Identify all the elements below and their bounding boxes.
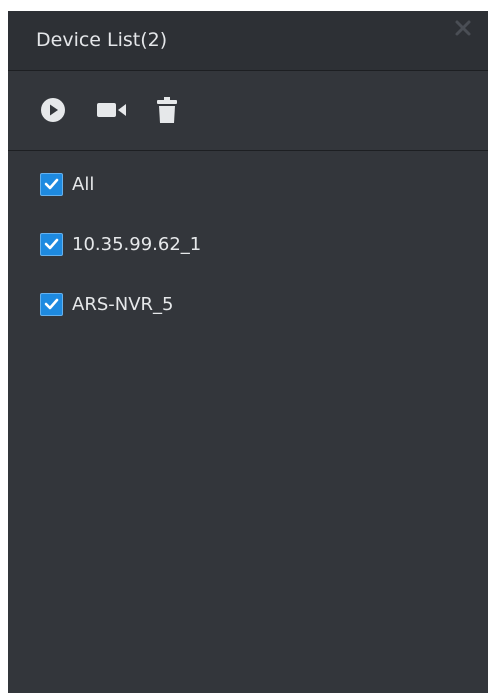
record-button[interactable] — [92, 93, 132, 127]
list-item-label: ARS-NVR_5 — [72, 293, 174, 315]
delete-button[interactable] — [152, 93, 182, 127]
device-list-panel: Device List(2) All 10.35.99.62_1 ARS-NVR… — [8, 11, 488, 693]
checkmark-icon — [44, 238, 59, 250]
play-button[interactable] — [36, 93, 70, 127]
list-item-all[interactable]: All — [40, 169, 94, 199]
toolbar — [8, 71, 488, 151]
play-icon — [41, 98, 65, 122]
video-camera-icon — [97, 103, 126, 117]
title-bar: Device List(2) — [8, 11, 488, 71]
checkbox-all[interactable] — [40, 172, 63, 196]
panel-title: Device List(2) — [36, 29, 168, 51]
list-item-label: All — [72, 173, 95, 195]
checkmark-icon — [44, 298, 59, 310]
checkbox-device[interactable] — [40, 292, 63, 316]
list-item-device[interactable]: 10.35.99.62_1 — [40, 229, 201, 259]
list-item-label: 10.35.99.62_1 — [72, 233, 202, 255]
trash-icon — [157, 97, 177, 123]
close-icon[interactable] — [452, 17, 474, 39]
checkbox-device[interactable] — [40, 232, 63, 256]
checkmark-icon — [44, 178, 59, 190]
list-item-device[interactable]: ARS-NVR_5 — [40, 289, 173, 319]
